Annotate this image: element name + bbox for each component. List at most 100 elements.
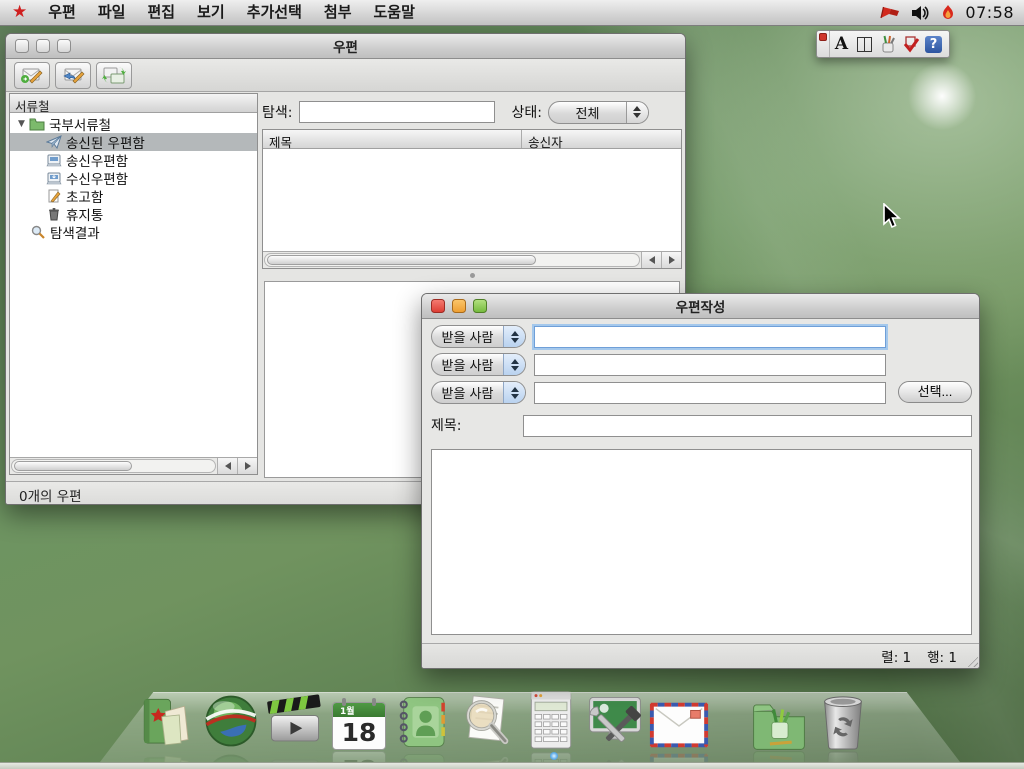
message-list-horizontal-scrollbar[interactable] [263,251,681,268]
send-receive-button[interactable] [96,62,132,89]
menu-view[interactable]: 보기 [186,0,236,26]
media-player-icon[interactable] [263,688,327,750]
recipient-type-dropdown[interactable]: 받을 사람 [431,325,526,348]
search-label: 탐색: [262,102,292,122]
reply-button[interactable] [55,62,91,89]
sidebar-item-outbox[interactable]: 송신우편함 [10,151,257,169]
inbox-icon [46,171,62,185]
columns-icon[interactable] [853,32,876,56]
system-tools-icon[interactable] [583,688,647,750]
zoom-button[interactable] [473,299,487,313]
mail-titlebar[interactable]: 우편 [6,34,685,59]
contacts-icon[interactable] [391,688,455,750]
menu-file[interactable]: 파일 [87,0,137,26]
desktop: ★ 우편 파일 편집 보기 추가선택 첨부 도움말 [0,0,1024,769]
subject-row: 제목: [431,415,461,435]
volume-icon[interactable] [911,5,931,21]
calendar-icon[interactable]: 1월 18 [327,688,391,750]
subject-input[interactable] [523,415,972,437]
menu-help[interactable]: 도움말 [363,0,426,26]
new-mail-icon [19,65,45,85]
sidebar-item-drafts[interactable]: 초고함 [10,187,257,205]
red-star-logo-icon[interactable]: ★ [12,4,27,21]
palette-close-button[interactable] [819,33,827,41]
font-icon[interactable]: A [830,32,853,56]
menu-attachment[interactable]: 첨부 [313,0,363,26]
message-list-header: 제목 송신자 [263,130,681,149]
new-mail-button[interactable] [14,62,50,89]
recipient-row-1: 받을 사람 [431,325,886,348]
search-icon [30,225,46,239]
scroll-right-button[interactable] [661,252,681,268]
compose-window-title: 우편작성 [422,296,979,316]
scrollbar-thumb[interactable] [14,461,132,471]
recipient-row-3: 받을 사람 [431,381,886,404]
document-search-icon[interactable] [455,688,519,750]
sidebar-horizontal-scrollbar[interactable] [10,457,257,474]
calendar-day: 18 [333,718,385,747]
scrollbar-thumb[interactable] [267,255,536,265]
tools-palette-window: A ? [816,30,950,58]
recipient-row-2: 받을 사람 [431,353,886,376]
compose-titlebar[interactable]: 우편작성 [422,294,979,319]
column-header-sender[interactable]: 송신자 [522,130,563,148]
disclosure-triangle-icon[interactable]: ▼ [18,119,29,129]
mail-toolbar [6,59,685,92]
trash-small-icon [46,207,62,221]
stationery-icon[interactable] [747,688,811,750]
mail-icon[interactable] [647,688,711,750]
message-list-body[interactable] [263,149,681,251]
menubar: ★ 우편 파일 편집 보기 추가선택 첨부 도움말 [0,0,1024,26]
help-icon[interactable]: ? [922,32,945,56]
menu-mail[interactable]: 우편 [37,0,87,26]
stepper-arrows-icon [626,102,648,123]
scroll-left-button[interactable] [641,252,661,268]
palette-titlebar[interactable] [817,31,830,57]
folder-tree: ▼ 국부서류철 송신된 우편함 [10,113,257,457]
zoom-button[interactable] [57,39,71,53]
search-row: 탐색: 상태: 전체 [262,100,682,124]
stepper-arrows-icon [503,354,525,375]
recipient-type-dropdown[interactable]: 받을 사람 [431,353,526,376]
pane-splitter[interactable] [262,271,682,280]
scroll-right-button[interactable] [237,458,257,474]
sidebar-item-local-folders[interactable]: ▼ 국부서류철 [10,115,257,133]
trash-icon[interactable] [811,688,875,750]
browser-globe-icon[interactable] [199,688,263,750]
calendar-month: 1월 [340,704,355,717]
system-tray: 07:58 [879,3,1024,22]
folder-sidebar: 서류철 ▼ 국부서류철 송신된 우편함 [9,93,258,475]
minimize-button[interactable] [36,39,50,53]
pencil-cup-icon[interactable] [876,32,899,56]
books-icon[interactable] [135,688,199,750]
cursor-column-indicator: 렬: 1 [881,646,911,666]
notification-flame-icon[interactable] [941,4,955,21]
compose-window: 우편작성 받을 사람 받을 사람 받을 사람 [421,293,980,669]
recipient-type-dropdown[interactable]: 받을 사람 [431,381,526,404]
recipient-input-2[interactable] [534,354,886,376]
state-label: 상태: [511,102,541,122]
select-contact-button[interactable]: 선택... [898,381,972,403]
subject-label: 제목: [431,415,461,435]
clock: 07:58 [965,3,1014,22]
message-body-textarea[interactable] [431,449,972,635]
state-dropdown[interactable]: 전체 [548,101,649,124]
column-header-subject[interactable]: 제목 [263,130,522,148]
scroll-left-button[interactable] [217,458,237,474]
close-button[interactable] [431,299,445,313]
search-input[interactable] [299,101,495,123]
menu-edit[interactable]: 편집 [136,0,186,26]
sidebar-item-inbox[interactable]: 수신우편함 [10,169,257,187]
sidebar-item-trash[interactable]: 휴지통 [10,205,257,223]
sidebar-item-search-results[interactable]: 탐색결과 [10,223,257,241]
close-button[interactable] [15,39,29,53]
recipient-input-3[interactable] [534,382,886,404]
recipient-input-1[interactable] [534,326,886,348]
menu-options[interactable]: 추가선택 [236,0,313,26]
spellcheck-icon[interactable] [899,32,922,56]
sidebar-item-sent-mailbox[interactable]: 송신된 우편함 [10,133,257,151]
minimize-button[interactable] [452,299,466,313]
dock: 1월 18 [0,680,1024,762]
calculator-icon[interactable] [519,688,583,750]
red-flag-icon[interactable] [879,5,901,20]
